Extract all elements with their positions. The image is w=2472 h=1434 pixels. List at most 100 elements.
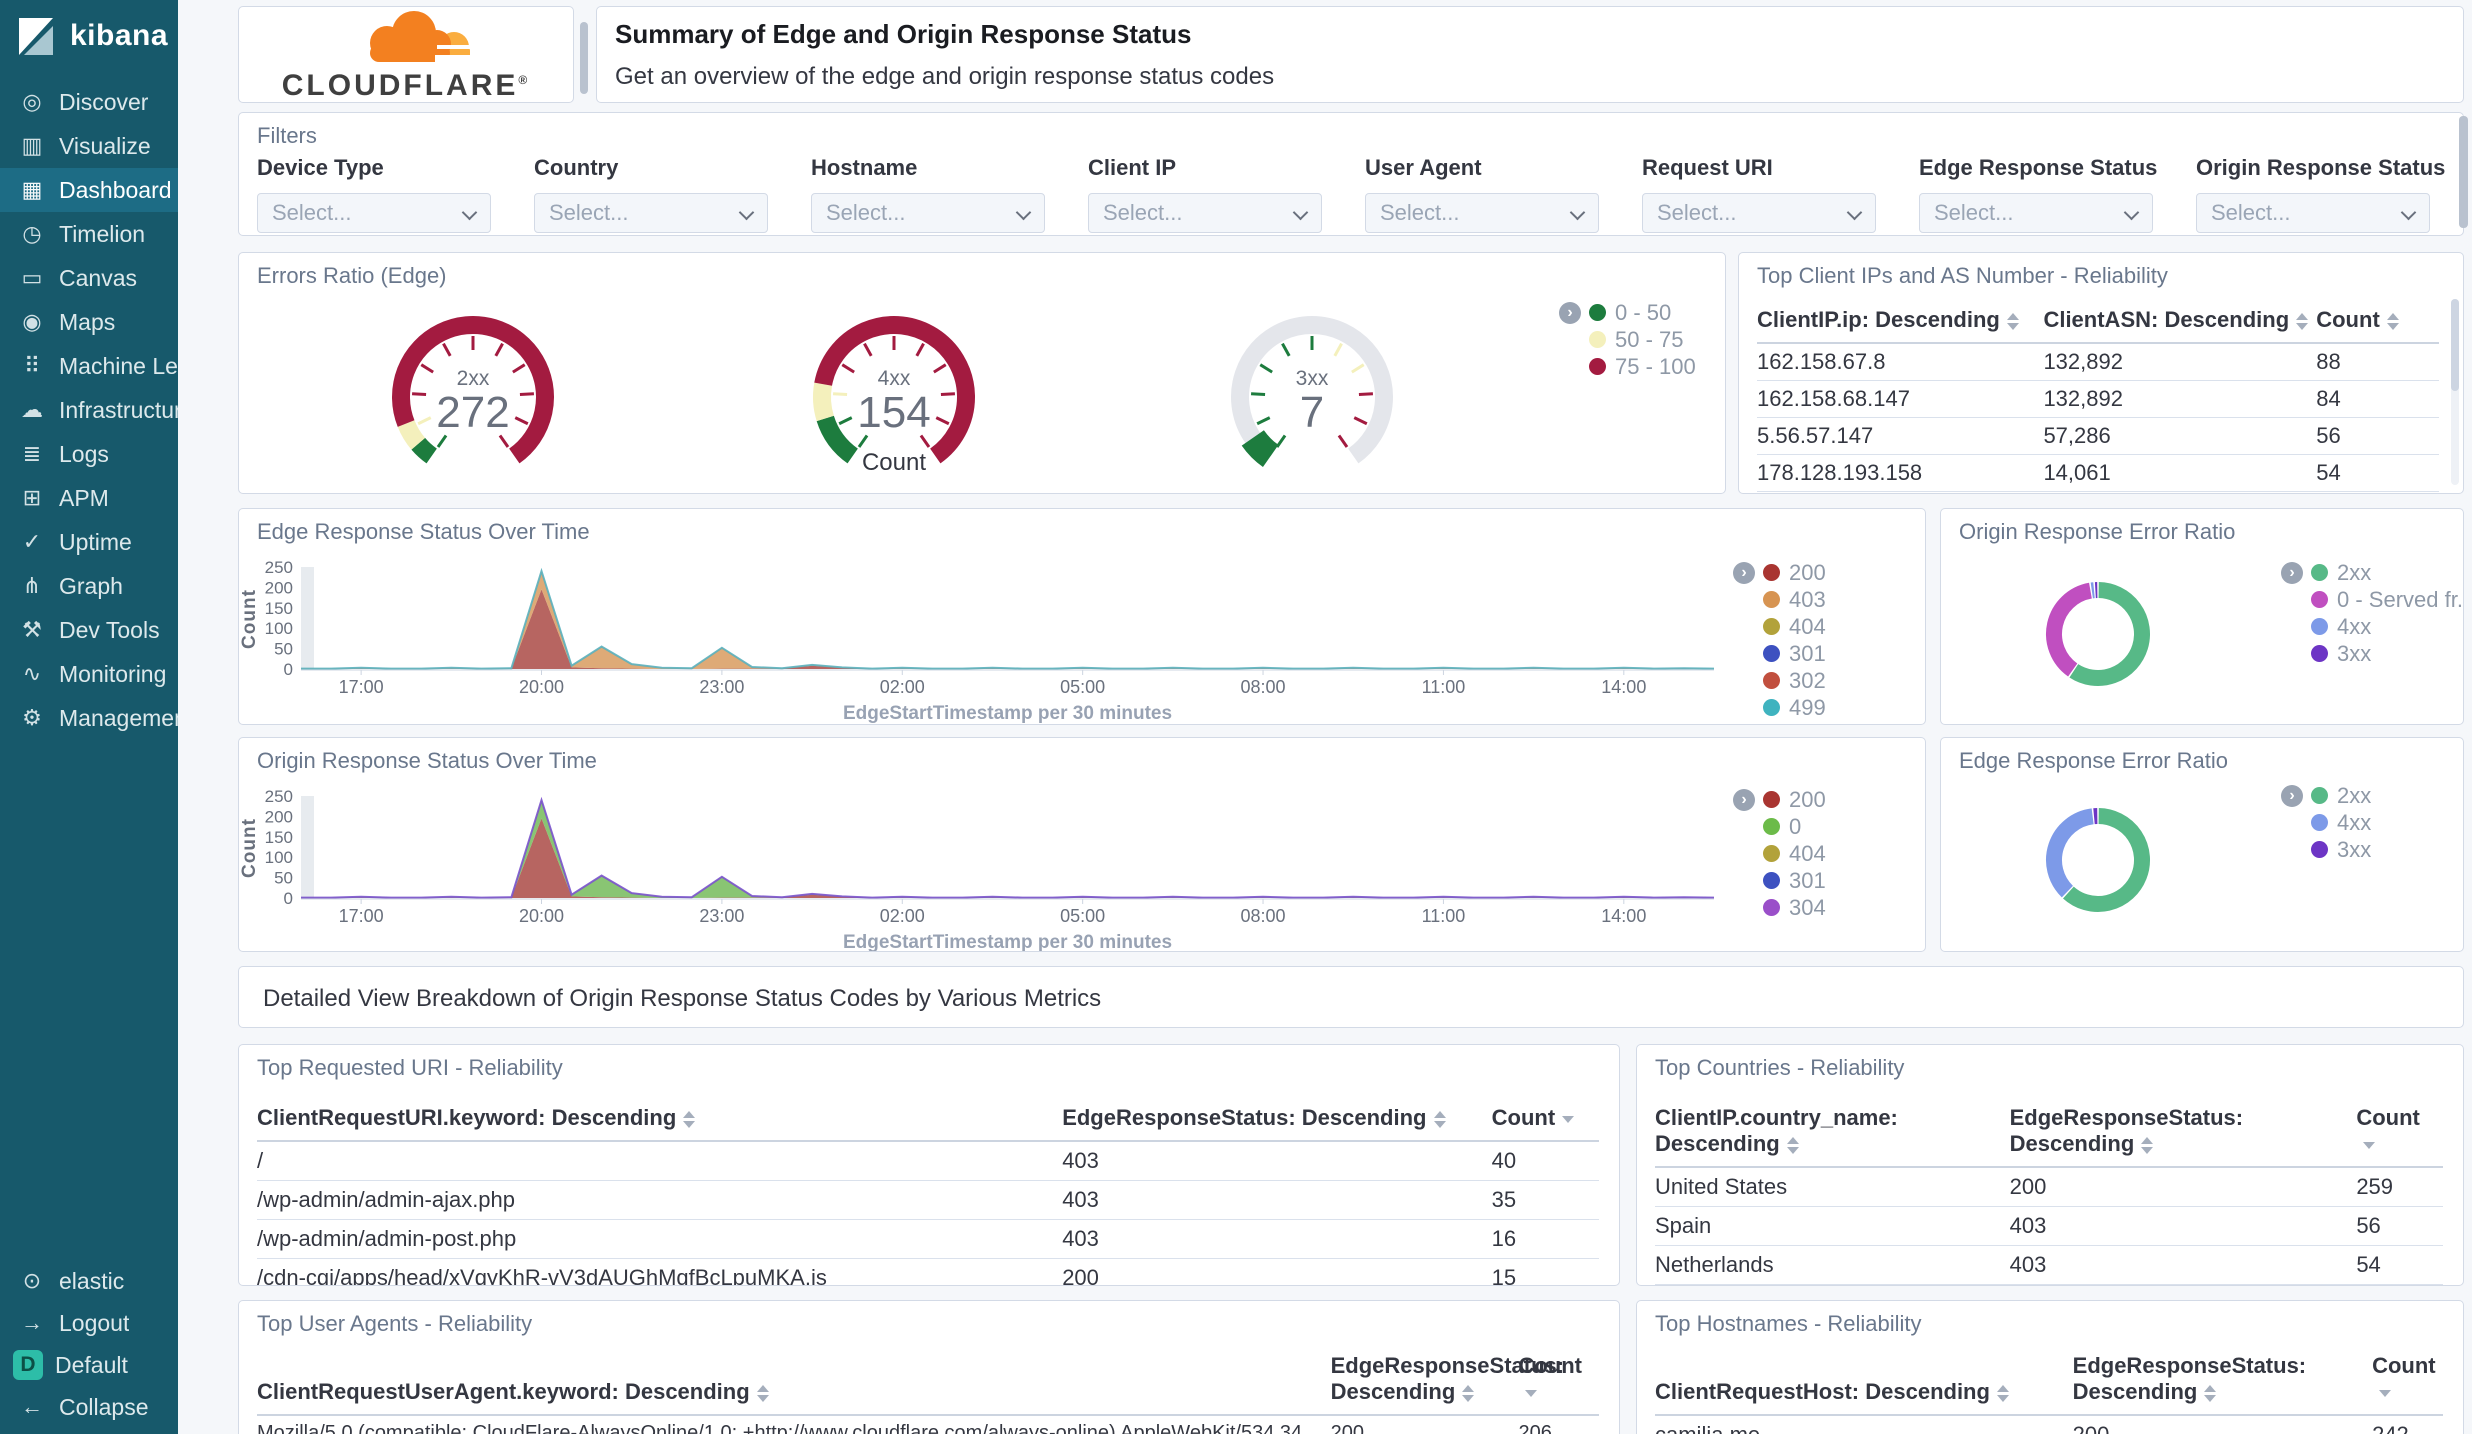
column-header-clientip-country-name-descending[interactable]: ClientIP.country_name: Descending (1655, 1097, 2010, 1168)
column-header-count[interactable]: Count (2372, 1309, 2443, 1416)
column-header-edgeresponsestatus-descending[interactable]: EdgeResponseStatus: Descending (1062, 1097, 1492, 1142)
kibana-logo[interactable]: kibana (0, 0, 178, 70)
clock-icon: ◷ (22, 221, 42, 246)
legend-expand-icon[interactable]: › (1733, 788, 1755, 811)
legend-item-3xx[interactable]: ›3xx (2281, 836, 2371, 863)
origin-donut-title: Origin Response Error Ratio (1959, 519, 2236, 544)
legend-item-75-100[interactable]: ›75 - 100 (1559, 353, 1696, 380)
origin-response-status-select[interactable]: Select... (2196, 193, 2430, 233)
column-header-clientrequesturi-keyword-descending[interactable]: ClientRequestURI.keyword: Descending (257, 1097, 1063, 1142)
legend-item-404[interactable]: ›404 (1733, 613, 1826, 640)
client-ip-select[interactable]: Select... (1088, 193, 1322, 233)
edge-response-status-select[interactable]: Select... (1919, 193, 2153, 233)
select-placeholder: Select... (1657, 200, 1737, 225)
hostname-select[interactable]: Select... (811, 193, 1045, 233)
legend-item-499[interactable]: ›499 (1733, 694, 1826, 721)
svg-text:Count: Count (239, 589, 260, 649)
sidebar-item-logs[interactable]: ≣ Logs (0, 432, 178, 476)
select-placeholder: Select... (1934, 200, 2014, 225)
column-header-edgeresponsestatus-descending[interactable]: EdgeResponseStatus: Descending (2072, 1309, 2373, 1416)
sidebar-item-canvas[interactable]: ▭ Canvas (0, 256, 178, 300)
sidebar-item-monitoring[interactable]: ∿ Monitoring (0, 652, 178, 696)
table-cell: 403 (2009, 1284, 2357, 1285)
origin-donut-panel: Origin Response Error Ratio › 2xx›0 - Ser… (1940, 508, 2464, 725)
sidebar-item-default[interactable]: D Default (0, 1344, 178, 1386)
legend-item-0-50[interactable]: › 0 - 50 (1559, 299, 1696, 326)
legend-expand-icon[interactable]: › (1733, 561, 1755, 584)
filters-panel-title: Filters (257, 123, 317, 148)
apm-icon: ⊞ (22, 485, 42, 510)
legend-expand-icon[interactable]: › (2281, 561, 2303, 584)
cloudflare-cloud-icon (370, 11, 475, 64)
user-agent-select[interactable]: Select... (1365, 193, 1599, 233)
table-cell: 200 (2009, 1167, 2357, 1207)
device-type-select[interactable]: Select... (257, 193, 491, 233)
gauge-3xx: 3xx 7 (1217, 305, 1407, 480)
pulse-icon: ∿ (22, 661, 42, 686)
legend-label: 3xx (2337, 836, 2372, 862)
legend-item-0[interactable]: ›0 (1733, 813, 1826, 840)
column-header-clientasn-descending[interactable]: ClientASN: Descending (2043, 299, 2317, 344)
legend-item-2xx[interactable]: › 2xx (2281, 782, 2371, 809)
legend-item-302[interactable]: ›302 (1733, 667, 1826, 694)
legend-label: 0 - 50 (1615, 299, 1672, 325)
column-header-clientrequesthost-descending[interactable]: ClientRequestHost: Descending (1655, 1309, 2073, 1416)
sidebar-item-label: Machine Le... (59, 352, 178, 379)
sidebar-item-dashboard[interactable]: ▦ Dashboard (0, 168, 178, 212)
column-header-clientip-ip-descending[interactable]: ClientIP.ip: Descending (1757, 299, 2044, 344)
legend-item-403[interactable]: ›403 (1733, 586, 1826, 613)
column-header-edgeresponsestatus-descending[interactable]: EdgeResponseStatus: Descending (2009, 1097, 2357, 1168)
column-header-count[interactable]: Count (2316, 299, 2439, 344)
sidebar-item-timelion[interactable]: ◷ Timelion (0, 212, 178, 256)
edge-time-chart[interactable]: 0 50 100 150 200 250 17:00 20:00 23:00 02:00 05:00… (239, 549, 1925, 724)
legend-item-301[interactable]: ›301 (1733, 640, 1826, 667)
sidebar-item-machine-le[interactable]: ⠿ Machine Le... (0, 344, 178, 388)
page-scrollbar[interactable] (2459, 116, 2468, 228)
legend-label: 4xx (2337, 613, 2372, 639)
legend-item-4xx[interactable]: ›4xx (2281, 809, 2371, 836)
legend-item-50-75[interactable]: ›50 - 75 (1559, 326, 1696, 353)
sidebar-item-uptime[interactable]: ✓ Uptime (0, 520, 178, 564)
legend-item-0-served-fr[interactable]: ›0 - Served fr... (2281, 586, 2463, 613)
sidebar-item-elastic[interactable]: ⊙ elastic (0, 1260, 178, 1302)
column-header-count[interactable]: Count (2356, 1097, 2443, 1168)
column-header-clientrequestuseragent-keyword-descending[interactable]: ClientRequestUserAgent.keyword: Descendi… (257, 1309, 1331, 1416)
legend-item-404[interactable]: ›404 (1733, 840, 1826, 867)
legend-expand-icon[interactable]: › (1559, 301, 1581, 324)
sidebar-item-collapse[interactable]: ← Collapse (0, 1386, 178, 1428)
kibana-logo-icon (19, 18, 53, 55)
legend-label: 50 - 75 (1615, 326, 1684, 352)
sidebar-item-maps[interactable]: ◉ Maps (0, 300, 178, 344)
legend-item-304[interactable]: ›304 (1733, 894, 1826, 921)
sidebar-item-dev-tools[interactable]: ⚒ Dev Tools (0, 608, 178, 652)
legend-item-301[interactable]: ›301 (1733, 867, 1826, 894)
column-header-count[interactable]: Count (1491, 1097, 1599, 1142)
request-uri-select[interactable]: Select... (1642, 193, 1876, 233)
legend-expand-icon[interactable]: › (2281, 784, 2303, 807)
edge-time-title: Edge Response Status Over Time (257, 519, 590, 544)
legend-label: 301 (1789, 867, 1826, 893)
logo-panel-scrollbar[interactable] (580, 22, 588, 94)
legend-item-4xx[interactable]: ›4xx (2281, 613, 2463, 640)
origin-time-chart[interactable]: 0 50 100 150 200 250 17:00 20:00 23:00 02:00 05:00… (239, 778, 1925, 951)
column-header-count[interactable]: Count (1518, 1309, 1599, 1416)
sidebar-item-apm[interactable]: ⊞ APM (0, 476, 178, 520)
sidebar-item-graph[interactable]: ⋔ Graph (0, 564, 178, 608)
edge-donut-chart[interactable] (2013, 775, 2183, 950)
sidebar-item-discover[interactable]: ◎ Discover (0, 80, 178, 124)
clientips-scrollbar[interactable] (2451, 299, 2459, 391)
legend-item-2xx[interactable]: › 2xx (2281, 559, 2463, 586)
sidebar-item-management[interactable]: ⚙ Management (0, 696, 178, 740)
filter-client-ip: Client IP Select... (1088, 155, 1322, 233)
legend-item-3xx[interactable]: ›3xx (2281, 640, 2463, 667)
origin-donut-chart[interactable] (2013, 549, 2183, 724)
legend-item-200[interactable]: › 200 (1733, 786, 1826, 813)
country-select[interactable]: Select... (534, 193, 768, 233)
column-header-edgeresponsestatus-descending[interactable]: EdgeResponseStatus: Descending (1330, 1309, 1564, 1416)
edge-donut-legend: › 2xx›4xx›3xx (2281, 782, 2371, 863)
legend-dot (1763, 699, 1780, 716)
legend-item-200[interactable]: › 200 (1733, 559, 1826, 586)
sidebar-item-logout[interactable]: → Logout (0, 1302, 178, 1344)
sidebar-item-visualize[interactable]: ▥ Visualize (0, 124, 178, 168)
sidebar-item-infrastructure[interactable]: ☁ Infrastructure (0, 388, 178, 432)
